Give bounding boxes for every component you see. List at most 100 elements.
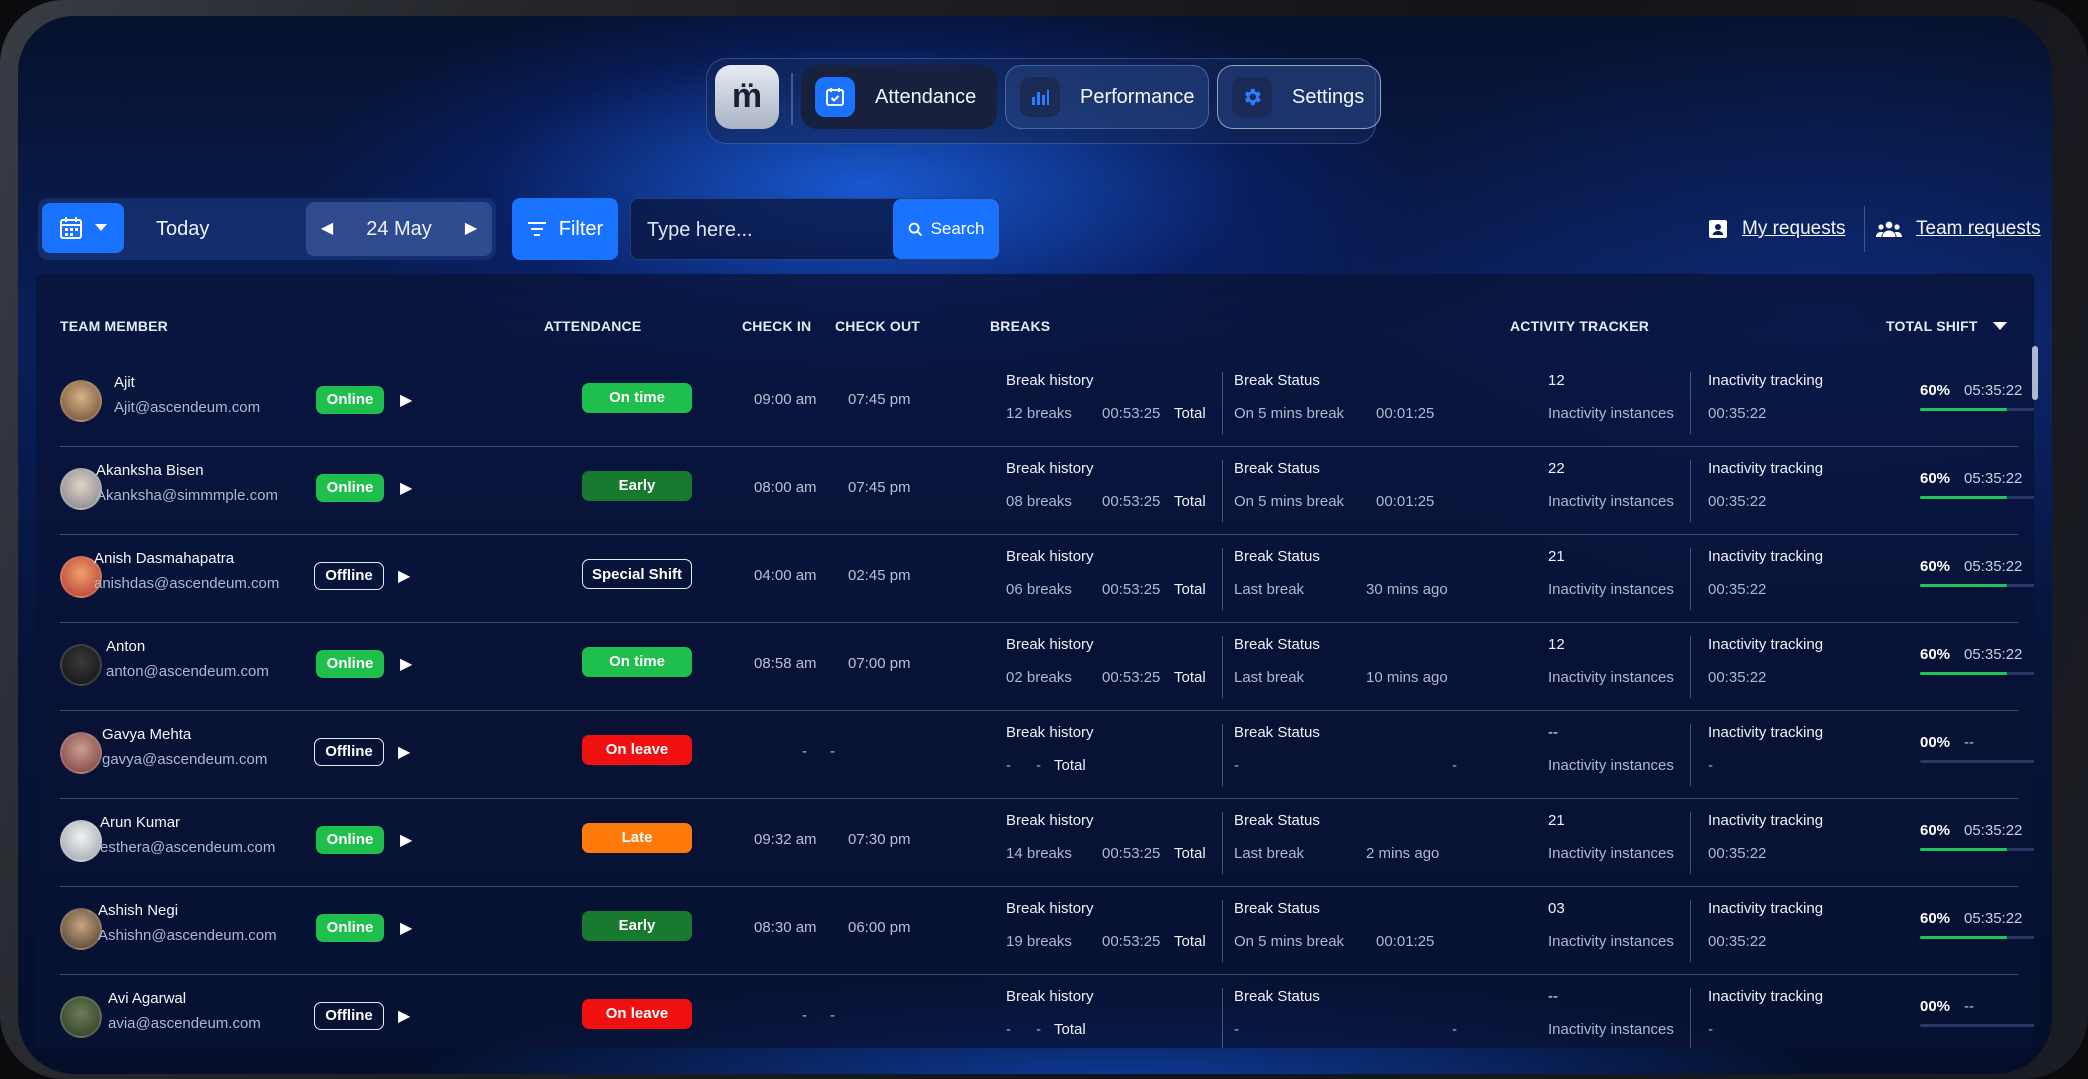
break-count: 19 breaks (1006, 933, 1072, 950)
header-check-in[interactable]: CHECK IN (742, 318, 811, 334)
shift-progress-fill (1920, 496, 2007, 499)
header-total-shift-label: TOTAL SHIFT (1886, 318, 1978, 334)
break-status-label: Break Status (1234, 988, 1320, 1005)
table-scrollbar[interactable] (2032, 346, 2038, 400)
break-history-label: Break history (1006, 812, 1094, 829)
today-label[interactable]: Today (156, 198, 209, 260)
table-row[interactable]: Arun Kumar esthera@ascendeum.com Online … (60, 798, 2034, 887)
app-screen: m̈ Attendance Performance Settings Today… (18, 16, 2052, 1074)
break-total-label: Total (1174, 933, 1206, 950)
break-count: 06 breaks (1006, 581, 1072, 598)
table-row[interactable]: Anish Dasmahapatra anishdas@ascendeum.co… (60, 534, 2034, 623)
expand-arrow-icon[interactable]: ▶ (400, 478, 412, 498)
header-total-shift[interactable]: TOTAL SHIFT (1886, 318, 2008, 334)
attendance-table: TEAM MEMBER ATTENDANCE CHECK IN CHECK OU… (36, 274, 2034, 1048)
check-out-time: 07:00 pm (848, 655, 911, 672)
next-date-icon[interactable]: ▶ (456, 202, 486, 256)
inactivity-tracking-label: Inactivity tracking (1708, 548, 1824, 565)
member-name: Ajit (114, 374, 135, 391)
inactivity-time: 00:35:22 (1708, 405, 1767, 422)
table-row[interactable]: Gavya Mehta gavya@ascendeum.com Offline … (60, 710, 2034, 799)
avatar (60, 908, 102, 950)
calendar-dropdown-button[interactable] (42, 203, 124, 253)
break-history-label: Break history (1006, 900, 1094, 917)
expand-arrow-icon[interactable]: ▶ (398, 742, 410, 762)
inactivity-tracking-label: Inactivity tracking (1708, 812, 1824, 829)
nav-divider (791, 73, 793, 125)
tab-performance[interactable]: Performance (1005, 65, 1209, 129)
expand-arrow-icon[interactable]: ▶ (400, 654, 412, 674)
presence-badge: Online (316, 474, 384, 502)
break-status-value: Last break (1234, 845, 1305, 862)
expand-arrow-icon[interactable]: ▶ (398, 566, 410, 586)
header-check-out[interactable]: CHECK OUT (835, 318, 920, 334)
expand-arrow-icon[interactable]: ▶ (400, 918, 412, 938)
search-box: Search (630, 198, 1000, 261)
column-divider (1222, 636, 1223, 698)
filter-button[interactable]: Filter (512, 198, 618, 260)
break-time: - (1036, 1021, 1041, 1038)
break-count: 14 breaks (1006, 845, 1072, 862)
inactivity-tracking-label: Inactivity tracking (1708, 724, 1824, 741)
inactivity-count: 12 (1548, 636, 1565, 653)
column-divider (1690, 372, 1691, 434)
shift-progress-bar (1920, 584, 2034, 587)
member-email: Ajit@ascendeum.com (114, 399, 261, 416)
attendance-badge: Special Shift (582, 559, 692, 589)
table-row[interactable]: Ajit Ajit@ascendeum.com Online ▶ On time… (60, 358, 2034, 447)
team-requests-label: Team requests (1916, 218, 2041, 239)
check-in-time: 08:58 am (754, 655, 817, 672)
table-row[interactable]: Anton anton@ascendeum.com Online ▶ On ti… (60, 622, 2034, 711)
attendance-badge: Early (582, 911, 692, 941)
search-button[interactable]: Search (893, 199, 999, 259)
expand-arrow-icon[interactable]: ▶ (398, 1006, 410, 1026)
column-divider (1222, 372, 1223, 434)
member-name: Anton (106, 638, 146, 655)
break-status-value: On 5 mins break (1234, 405, 1345, 422)
tab-settings[interactable]: Settings (1217, 65, 1381, 129)
header-team-member[interactable]: TEAM MEMBER (60, 318, 168, 334)
break-status-label: Break Status (1234, 636, 1320, 653)
inactivity-time: 00:35:22 (1708, 845, 1767, 862)
break-status-value: Last break (1234, 669, 1305, 686)
inactivity-instances-label: Inactivity instances (1548, 1021, 1674, 1038)
column-divider (1222, 812, 1223, 874)
calendar-icon (60, 217, 82, 239)
app-logo[interactable]: m̈ (715, 65, 779, 129)
break-status-label: Break Status (1234, 812, 1320, 829)
table-row[interactable]: Ashish Negi Ashishn@ascendeum.com Online… (60, 886, 2034, 975)
break-time: 00:53:25 (1102, 493, 1161, 510)
inactivity-count: -- (1548, 988, 1558, 1005)
column-divider (1222, 900, 1223, 962)
check-in-time: - (802, 743, 807, 760)
avatar (60, 644, 102, 686)
team-requests-link[interactable]: Team requests (1876, 198, 2041, 260)
search-input[interactable] (645, 199, 889, 261)
check-out-time: - (830, 1007, 835, 1024)
header-attendance[interactable]: ATTENDANCE (544, 318, 641, 334)
column-divider (1222, 460, 1223, 522)
expand-arrow-icon[interactable]: ▶ (400, 830, 412, 850)
table-row[interactable]: Akanksha Bisen Akanksha@simmmple.com Onl… (60, 446, 2034, 535)
my-requests-link[interactable]: My requests (1708, 198, 1845, 260)
tab-attendance[interactable]: Attendance (801, 65, 997, 129)
header-activity-tracker[interactable]: ACTIVITY TRACKER (1510, 318, 1649, 334)
inactivity-time: 00:35:22 (1708, 581, 1767, 598)
table-row[interactable]: Avi Agarwal avia@ascendeum.com Offline ▶… (60, 974, 2034, 1048)
header-breaks[interactable]: BREAKS (990, 318, 1050, 334)
attendance-badge: On time (582, 647, 692, 677)
shift-percentage: 00% (1920, 734, 1951, 751)
break-count: 08 breaks (1006, 493, 1072, 510)
avatar (60, 732, 102, 774)
member-email: esthera@ascendeum.com (100, 839, 276, 856)
break-status-value: On 5 mins break (1234, 493, 1345, 510)
break-history-label: Break history (1006, 372, 1094, 389)
expand-arrow-icon[interactable]: ▶ (400, 390, 412, 410)
inactivity-instances-label: Inactivity instances (1548, 669, 1674, 686)
inactivity-count: -- (1548, 724, 1558, 741)
shift-progress-bar (1920, 936, 2034, 939)
shift-duration: 05:35:22 (1964, 470, 2023, 487)
tab-performance-label: Performance (1080, 85, 1195, 108)
check-in-time: 09:32 am (754, 831, 817, 848)
prev-date-icon[interactable]: ◀ (312, 202, 342, 256)
